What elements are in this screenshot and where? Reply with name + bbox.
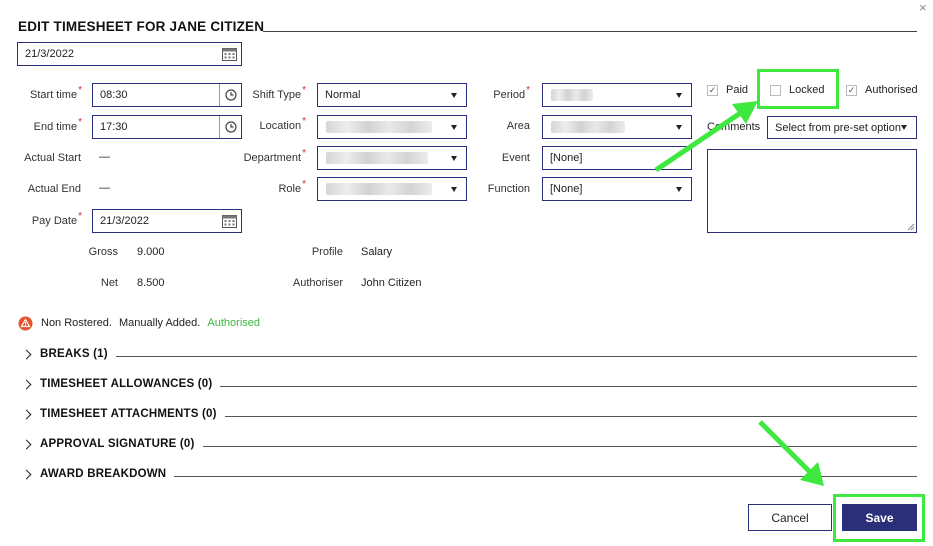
department-select[interactable] bbox=[317, 146, 467, 170]
chevron-down-icon bbox=[451, 155, 457, 161]
title-divider bbox=[263, 31, 917, 32]
status-line: Non Rostered. Manually Added. Authorised bbox=[41, 317, 260, 329]
end-time-input[interactable]: 17:30 bbox=[92, 115, 242, 139]
section-label: APPROVAL SIGNATURE (0) bbox=[40, 438, 195, 450]
pay-date-input[interactable]: 21/3/2022 bbox=[92, 209, 242, 233]
pay-date-value: 21/3/2022 bbox=[100, 215, 149, 227]
locked-label: Locked bbox=[789, 84, 825, 96]
section-label: TIMESHEET ATTACHMENTS (0) bbox=[40, 408, 217, 420]
resize-handle-icon[interactable] bbox=[907, 223, 915, 231]
clock-icon[interactable] bbox=[219, 116, 241, 138]
section-label: TIMESHEET ALLOWANCES (0) bbox=[40, 378, 213, 390]
check-icon: ✓ bbox=[847, 85, 856, 95]
authorised-label: Authorised bbox=[865, 84, 918, 96]
department-label: Department* bbox=[243, 148, 306, 164]
shift-type-select[interactable]: Normal bbox=[317, 83, 467, 107]
authoriser-label: Authoriser bbox=[292, 277, 343, 289]
close-icon[interactable]: × bbox=[919, 0, 927, 15]
redacted-role bbox=[326, 183, 432, 195]
start-time-input[interactable]: 08:30 bbox=[92, 83, 242, 107]
location-select[interactable] bbox=[317, 115, 467, 139]
function-select[interactable]: [None] bbox=[542, 177, 692, 201]
actual-end-label: Actual End bbox=[27, 183, 81, 195]
authoriser-value: John Citizen bbox=[361, 277, 422, 289]
chevron-down-icon bbox=[901, 125, 907, 130]
profile-label: Profile bbox=[311, 246, 343, 258]
end-time-value: 17:30 bbox=[100, 121, 128, 133]
date-field[interactable]: 21/3/2022 bbox=[17, 42, 242, 66]
net-value: 8.500 bbox=[137, 277, 165, 289]
section-label: BREAKS (1) bbox=[40, 348, 108, 360]
calendar-icon[interactable] bbox=[217, 214, 241, 228]
function-value: [None] bbox=[550, 183, 583, 195]
dialog-title: EDIT TIMESHEET FOR JANE CITIZEN bbox=[18, 19, 265, 34]
clock-icon[interactable] bbox=[219, 84, 241, 106]
profile-value: Salary bbox=[361, 246, 393, 258]
start-time-value: 08:30 bbox=[100, 89, 128, 101]
status-authorised: Authorised bbox=[207, 317, 260, 329]
chevron-right-icon bbox=[21, 439, 32, 449]
comments-preset-value: Select from pre-set option bbox=[775, 121, 901, 134]
role-select[interactable] bbox=[317, 177, 467, 201]
role-label: Role* bbox=[278, 179, 306, 195]
chevron-right-icon bbox=[21, 379, 32, 389]
redacted-area bbox=[551, 121, 625, 133]
comments-preset-select[interactable]: Select from pre-set option bbox=[767, 116, 917, 139]
annotation-arrow-icon bbox=[758, 420, 824, 486]
status-non-rostered: Non Rostered. bbox=[41, 317, 112, 329]
end-time-label: End time* bbox=[33, 117, 82, 133]
redacted-location bbox=[326, 121, 432, 133]
location-label: Location* bbox=[259, 116, 307, 132]
section-breaks[interactable]: BREAKS (1) bbox=[21, 347, 917, 361]
actual-start-value: — bbox=[99, 151, 110, 163]
chevron-down-icon bbox=[451, 124, 457, 130]
net-label: Net bbox=[100, 277, 118, 289]
redacted-period bbox=[551, 89, 593, 101]
chevron-right-icon bbox=[21, 349, 32, 359]
warning-icon bbox=[18, 316, 33, 331]
chevron-down-icon bbox=[451, 92, 457, 98]
actual-end-value: — bbox=[99, 182, 110, 194]
chevron-down-icon bbox=[676, 186, 682, 192]
shift-type-label: Shift Type* bbox=[252, 85, 306, 101]
chevron-down-icon bbox=[451, 186, 457, 192]
redacted-department bbox=[326, 152, 428, 164]
period-label: Period* bbox=[493, 85, 530, 101]
section-timesheet-allowances[interactable]: TIMESHEET ALLOWANCES (0) bbox=[21, 377, 917, 391]
section-divider bbox=[115, 355, 917, 357]
authorised-checkbox[interactable]: ✓ bbox=[846, 85, 857, 96]
chevron-right-icon bbox=[21, 469, 32, 479]
actual-start-label: Actual Start bbox=[24, 152, 81, 164]
save-button[interactable]: Save bbox=[842, 504, 917, 531]
locked-checkbox[interactable] bbox=[770, 85, 781, 96]
section-divider bbox=[220, 385, 917, 387]
cancel-button[interactable]: Cancel bbox=[748, 504, 832, 531]
annotation-arrow-icon bbox=[654, 101, 758, 173]
area-label: Area bbox=[506, 120, 530, 132]
section-label: AWARD BREAKDOWN bbox=[40, 468, 167, 480]
calendar-icon[interactable] bbox=[217, 47, 241, 61]
pay-date-label: Pay Date* bbox=[31, 211, 82, 227]
function-label: Function bbox=[487, 183, 530, 195]
event-label: Event bbox=[501, 152, 530, 164]
gross-label: Gross bbox=[88, 246, 118, 258]
gross-value: 9.000 bbox=[137, 246, 165, 258]
shift-type-value: Normal bbox=[325, 89, 361, 101]
status-manually-added: Manually Added. bbox=[119, 317, 201, 329]
chevron-right-icon bbox=[21, 409, 32, 419]
start-time-label: Start time* bbox=[30, 85, 82, 101]
date-value: 21/3/2022 bbox=[25, 48, 74, 60]
